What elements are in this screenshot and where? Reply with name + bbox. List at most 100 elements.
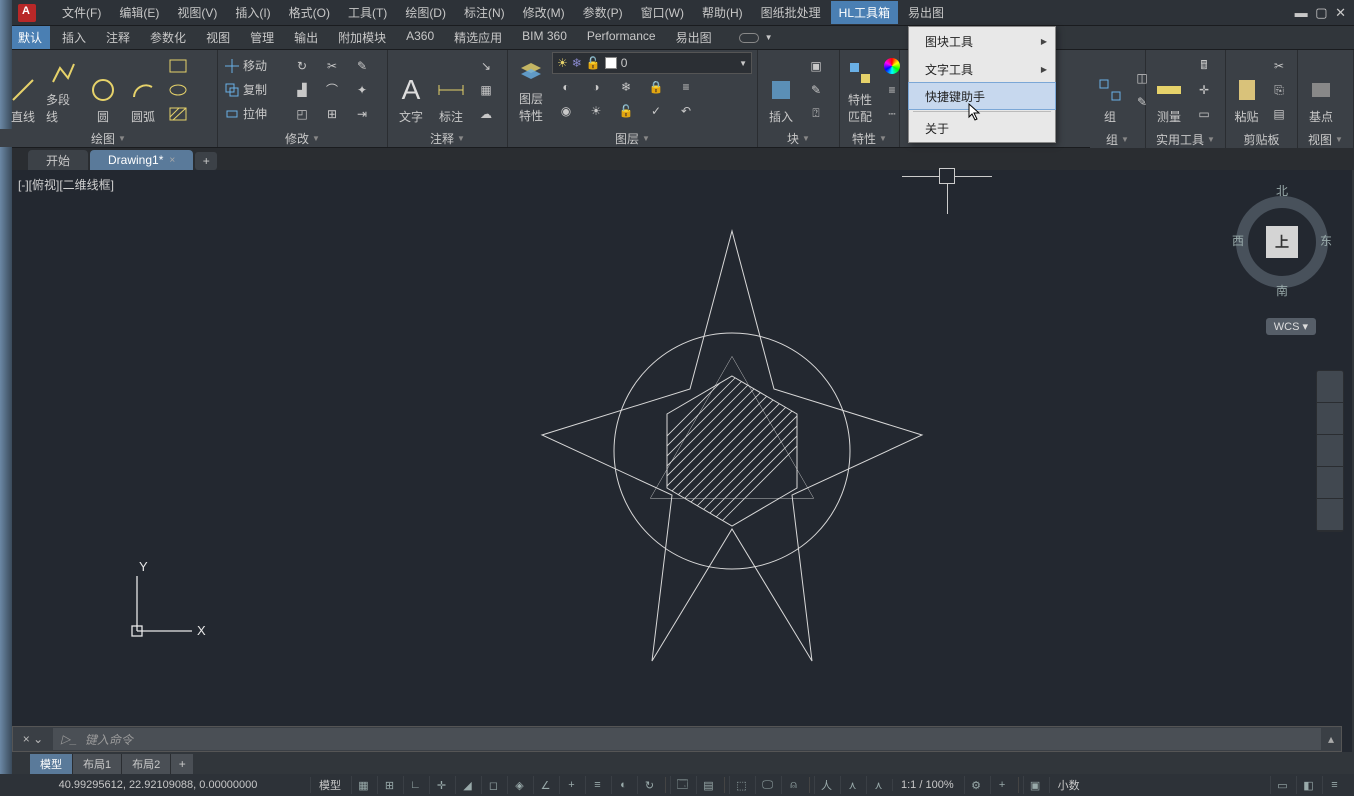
menu-item-9[interactable]: 参数(P): [575, 1, 631, 24]
menu-item-5[interactable]: 工具(T): [340, 1, 395, 24]
nav-wheel-icon[interactable]: [1317, 371, 1343, 403]
ribbon-tab-8[interactable]: A360: [398, 26, 442, 49]
status-qp-icon[interactable]: 🗔: [670, 776, 694, 794]
ribbon-tab-10[interactable]: BIM 360: [514, 26, 575, 49]
color-icon[interactable]: [884, 58, 900, 74]
layer-on-icon[interactable]: ◉: [552, 100, 580, 122]
nav-pan-icon[interactable]: [1317, 403, 1343, 435]
menu-item-10[interactable]: 窗口(W): [633, 1, 692, 24]
ellipse-icon[interactable]: [164, 79, 192, 101]
status-ucs2-icon[interactable]: ⋏: [840, 776, 864, 794]
polyline-button[interactable]: 多段线: [44, 53, 82, 127]
menu-item-8[interactable]: 修改(M): [515, 1, 573, 24]
status-scale[interactable]: 1:1 / 100%: [892, 779, 962, 791]
cut-icon[interactable]: ✂: [1265, 55, 1293, 77]
dimension-button[interactable]: 标注: [432, 53, 470, 127]
layer-iso-icon[interactable]: ◑: [582, 76, 610, 98]
ribbon-tab-4[interactable]: 视图: [198, 26, 238, 49]
status-hw-icon[interactable]: ▣: [1023, 776, 1047, 794]
layout-tab-1[interactable]: 布局1: [73, 754, 122, 774]
erase-icon[interactable]: ✎: [348, 55, 376, 77]
status-precision[interactable]: 小数: [1049, 777, 1088, 793]
layer-thaw-icon[interactable]: ☀: [582, 100, 610, 122]
status-dyn-icon[interactable]: +: [559, 776, 583, 794]
table-icon[interactable]: ▦: [472, 79, 500, 101]
status-polar-icon[interactable]: ✛: [429, 776, 453, 794]
cmd-history-icon[interactable]: ▴: [1321, 732, 1341, 746]
explode-icon[interactable]: ✦: [348, 79, 376, 101]
ribbon-tab-extra[interactable]: ▼: [739, 33, 773, 43]
menu-item-3[interactable]: 插入(I): [227, 1, 278, 24]
ribbon-tab-0[interactable]: 默认: [10, 26, 50, 49]
lw-icon[interactable]: ≡: [878, 79, 906, 101]
dropdown-item-3[interactable]: 关于: [909, 114, 1055, 142]
nav-orbit-icon[interactable]: [1317, 467, 1343, 499]
rect-icon[interactable]: [164, 55, 192, 77]
menu-item-4[interactable]: 格式(O): [281, 1, 338, 24]
leader-icon[interactable]: ↘: [472, 55, 500, 77]
attr-block-icon[interactable]: ⍰: [802, 103, 830, 125]
menu-item-13[interactable]: HL工具箱: [831, 1, 898, 24]
move-button[interactable]: 移动: [222, 55, 286, 77]
menu-item-1[interactable]: 编辑(E): [111, 1, 167, 24]
ribbon-tab-11[interactable]: Performance: [579, 26, 664, 49]
fillet-icon[interactable]: ⌒: [318, 79, 346, 101]
trim-icon[interactable]: ✂: [318, 55, 346, 77]
create-block-icon[interactable]: ▣: [802, 55, 830, 77]
ribbon-tab-5[interactable]: 管理: [242, 26, 282, 49]
point-icon[interactable]: ✛: [1190, 79, 1218, 101]
layer-unlk-icon[interactable]: 🔓: [612, 100, 640, 122]
status-model[interactable]: 模型: [310, 777, 349, 793]
nav-zoom-icon[interactable]: [1317, 435, 1343, 467]
array-icon[interactable]: ⊞: [318, 103, 346, 125]
window-controls[interactable]: ▬ ▢ ✕: [1295, 5, 1348, 21]
layer-lock-icon[interactable]: 🔒: [642, 76, 670, 98]
status-snap-icon[interactable]: ⊞: [377, 776, 401, 794]
menu-item-6[interactable]: 绘图(D): [397, 1, 454, 24]
status-zoom-icon[interactable]: +: [990, 776, 1014, 794]
offset-icon[interactable]: ⇥: [348, 103, 376, 125]
layer-prev-icon[interactable]: ↶: [672, 100, 700, 122]
status-max-icon[interactable]: ▭: [1270, 776, 1294, 794]
file-tab-0[interactable]: 开始: [28, 150, 88, 170]
group-button[interactable]: 组: [1094, 53, 1126, 127]
hatch-icon[interactable]: [164, 103, 192, 125]
add-file-tab[interactable]: +: [195, 152, 217, 170]
copy2-icon[interactable]: ⎘: [1265, 79, 1293, 101]
ribbon-tab-1[interactable]: 插入: [54, 26, 94, 49]
scale-icon[interactable]: ◰: [288, 103, 316, 125]
ribbon-tab-9[interactable]: 精选应用: [446, 26, 510, 49]
viewport-label[interactable]: [-][俯视][二维线框]: [18, 176, 114, 193]
add-layout-tab[interactable]: +: [171, 754, 193, 774]
status-gear-icon[interactable]: ⚙: [964, 776, 988, 794]
status-ucs3-icon[interactable]: ⋏: [866, 776, 890, 794]
insert-block-button[interactable]: 插入: [762, 53, 800, 127]
status-mon-icon[interactable]: 🖵: [755, 776, 779, 794]
layer-properties-button[interactable]: 图层 特性: [512, 52, 550, 126]
status-ws-icon[interactable]: ⬚: [729, 776, 753, 794]
rotate-icon[interactable]: ↻: [288, 55, 316, 77]
status-otrack-icon[interactable]: ∠: [533, 776, 557, 794]
basepoint-button[interactable]: 基点: [1302, 53, 1340, 127]
clip-icon[interactable]: ▤: [1265, 103, 1293, 125]
layer-match-icon[interactable]: ≡: [672, 76, 700, 98]
ribbon-tab-12[interactable]: 易出图: [668, 26, 720, 49]
calc-icon[interactable]: 🖩: [1190, 55, 1218, 77]
arc-button[interactable]: 圆弧: [124, 53, 162, 127]
menu-item-12[interactable]: 图纸批处理: [753, 1, 829, 24]
ribbon-tab-7[interactable]: 附加模块: [330, 26, 394, 49]
layer-cur-icon[interactable]: ✓: [642, 100, 670, 122]
wcs-badge[interactable]: WCS ▾: [1266, 318, 1316, 335]
drawing-canvas[interactable]: [-][俯视][二维线框]: [12, 170, 1352, 752]
status-osnap-icon[interactable]: ◻: [481, 776, 505, 794]
layer-frz-icon[interactable]: ❄: [612, 76, 640, 98]
status-ortho-icon[interactable]: ∟: [403, 776, 427, 794]
paste-button[interactable]: 粘贴: [1230, 53, 1263, 127]
app-logo[interactable]: [18, 4, 36, 22]
menu-item-2[interactable]: 视图(V): [169, 1, 225, 24]
status-3dosnap-icon[interactable]: ◈: [507, 776, 531, 794]
status-iso-icon[interactable]: ◢: [455, 776, 479, 794]
ribbon-tab-6[interactable]: 输出: [286, 26, 326, 49]
menu-item-14[interactable]: 易出图: [900, 1, 952, 24]
layer-selector[interactable]: ☀ ❄ 🔓 0 ▼: [552, 52, 752, 74]
